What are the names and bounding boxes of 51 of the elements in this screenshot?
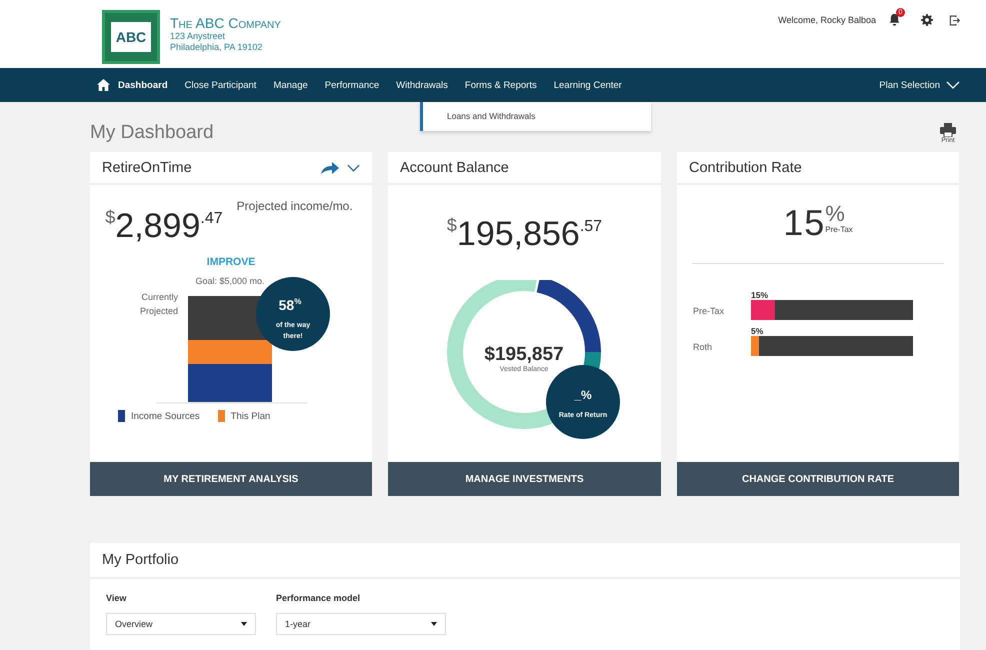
card-title: Account Balance	[400, 160, 510, 176]
menu-item[interactable]: Loans and Withdrawals	[423, 111, 651, 121]
caret-icon	[241, 622, 247, 626]
bar-label: Roth	[693, 342, 714, 354]
account-balance-amount: $^{$}$195,856$^{.57}$	[446, 214, 602, 254]
nav-item[interactable]: Close Participant	[184, 80, 256, 90]
projected-income-amount: $^{$}$2,899$^{.47}$	[105, 206, 223, 246]
bar-label: Pre-Tax	[693, 306, 726, 318]
vested-balance-amount: $195,857	[484, 344, 564, 365]
print-icon[interactable]	[940, 123, 956, 137]
logo-text: ABC	[110, 21, 152, 53]
share-arrow-icon[interactable]	[321, 162, 339, 174]
rate-type-label: Pre-Tax	[825, 225, 853, 234]
field-label: View	[106, 593, 128, 603]
retirement-analysis-button[interactable]: MY RETIREMENT ANALYSIS	[90, 462, 372, 496]
legend-label: This Plan	[230, 410, 270, 422]
select-field[interactable]: 1-year	[276, 613, 446, 635]
projected-income-label: Projected income/mo.	[236, 199, 353, 213]
card-title: RetireOnTime	[102, 160, 193, 176]
company-address: Philadelphia, PA 19102	[170, 42, 264, 53]
logout-icon[interactable]	[949, 15, 960, 26]
settings-icon[interactable]	[921, 14, 933, 26]
card-title: Contribution Rate	[689, 160, 803, 176]
company-address: 123 Anystreet	[170, 31, 226, 42]
card-title: My Portfolio	[102, 552, 179, 568]
home-icon[interactable]	[97, 79, 110, 91]
bar-value: 15%	[751, 290, 770, 300]
manage-investments-button[interactable]: MANAGE INVESTMENTS	[388, 462, 661, 496]
chevron-down-icon[interactable]	[347, 164, 360, 172]
change-contribution-button[interactable]: CHANGE CONTRIBUTION RATE	[677, 462, 959, 496]
nav-item[interactable]: Forms & Reports	[464, 80, 537, 90]
welcome-text: Welcome, Rocky Balboa	[778, 15, 876, 25]
field-label: Performance model	[276, 593, 362, 603]
goal-label: Goal: $5,000 mo.	[195, 276, 265, 286]
legend-label: Income Sources	[131, 410, 200, 422]
select-field[interactable]: Overview	[106, 613, 256, 635]
bar-value: 5%	[751, 326, 764, 336]
nav-item[interactable]: Withdrawals	[396, 80, 448, 90]
contribution-rate-value: 15	[783, 203, 826, 243]
projected-label: Currently Projected	[140, 292, 178, 316]
caret-icon	[431, 622, 437, 626]
company-name: The ABC Company	[170, 16, 281, 31]
nav-item[interactable]: Performance	[324, 80, 380, 90]
bell-icon[interactable]	[888, 13, 901, 26]
plan-selection-menu[interactable]: Plan Selection	[879, 80, 960, 90]
percent-sign: %	[825, 203, 846, 225]
nav-item[interactable]: Learning Center	[554, 80, 622, 90]
nav-item[interactable]: Dashboard	[118, 80, 168, 90]
nav-item[interactable]: Manage	[273, 80, 308, 90]
chevron-down-icon	[946, 81, 960, 89]
page-title: My Dashboard	[90, 122, 214, 144]
